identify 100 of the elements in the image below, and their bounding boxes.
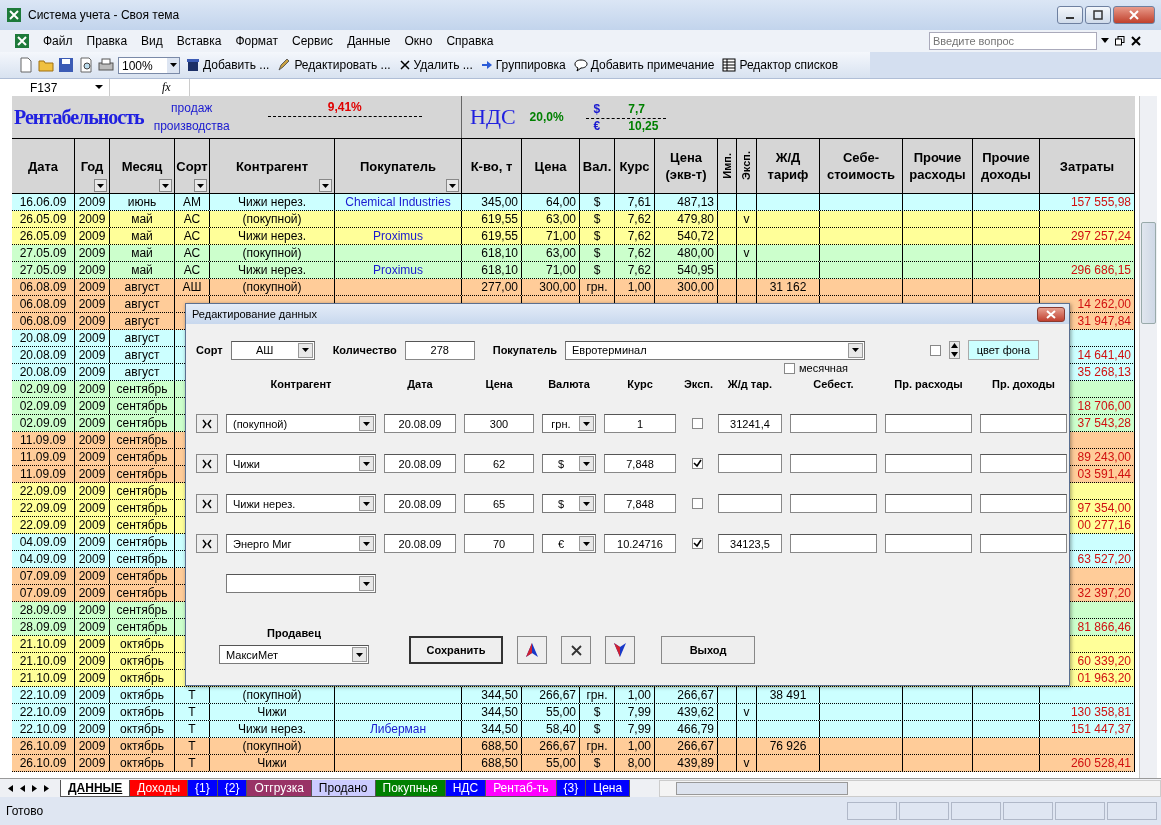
quantity-field[interactable]: 278 (404, 340, 475, 360)
menu-item[interactable]: Правка (79, 34, 135, 48)
filter-dropdown-icon[interactable] (194, 179, 207, 192)
save-button[interactable]: Сохранить (409, 636, 503, 664)
expenses-field[interactable] (885, 494, 972, 513)
sheet-tab[interactable]: Цена (585, 779, 631, 797)
help-search-field[interactable]: Введите вопрос (929, 32, 1097, 50)
income-field[interactable] (980, 534, 1067, 553)
counterparty-dropdown[interactable] (226, 574, 376, 593)
menu-item[interactable]: Справка (439, 34, 501, 48)
checkbox[interactable] (691, 498, 703, 509)
price-field[interactable]: 300 (464, 414, 534, 433)
exit-button[interactable]: Выход (661, 636, 755, 664)
income-field[interactable] (980, 454, 1067, 473)
cost-field[interactable] (790, 454, 877, 473)
cost-field[interactable] (790, 494, 877, 513)
collapse-button[interactable] (196, 494, 218, 513)
menu-item[interactable]: Сервис (285, 34, 341, 48)
scroll-thumb[interactable] (1141, 222, 1156, 324)
scroll-thumb[interactable] (676, 781, 849, 795)
counterparty-dropdown[interactable]: Чижи нерез. (226, 494, 376, 513)
maximize-button[interactable] (1085, 6, 1111, 24)
rate-field[interactable]: 1 (604, 414, 676, 433)
collapse-button[interactable] (196, 454, 218, 473)
buyer-dropdown[interactable]: Евротерминал (565, 340, 865, 360)
collapse-button[interactable] (196, 414, 218, 433)
currency-dropdown[interactable]: грн. (542, 414, 596, 433)
grade-dropdown[interactable]: АШ (230, 340, 315, 360)
counterparty-dropdown[interactable]: Чижи (226, 454, 376, 473)
income-field[interactable] (980, 414, 1067, 433)
move-up-button[interactable] (517, 636, 547, 664)
new-document-icon[interactable] (18, 57, 34, 73)
function-button[interactable]: fx (162, 80, 171, 95)
toolbar-button[interactable]: Группировка (478, 58, 568, 72)
checkbox[interactable] (929, 344, 941, 356)
date-field[interactable]: 20.08.09 (384, 414, 456, 433)
cost-field[interactable] (790, 414, 877, 433)
printer-icon[interactable] (98, 57, 114, 73)
counterparty-dropdown[interactable]: (покупной) (226, 414, 376, 433)
sheet-tab[interactable]: Отгрузка (246, 779, 312, 797)
vertical-scrollbar[interactable] (1139, 96, 1157, 778)
delete-button[interactable] (561, 636, 591, 664)
income-field[interactable] (980, 494, 1067, 513)
filter-dropdown-icon[interactable] (94, 179, 107, 192)
toolbar-button[interactable]: Редактировать ... (275, 58, 393, 72)
zoom-dropdown[interactable]: 100% (118, 56, 180, 74)
expenses-field[interactable] (885, 454, 972, 473)
sheet-tab[interactable]: {1} (187, 779, 218, 797)
currency-dropdown[interactable]: € (542, 534, 596, 553)
menu-item[interactable]: Формат (228, 34, 286, 48)
caret-icon[interactable] (1101, 38, 1109, 44)
close-button[interactable] (1037, 306, 1065, 322)
expenses-field[interactable] (885, 414, 972, 433)
close-icon[interactable] (1131, 36, 1141, 46)
filter-dropdown-icon[interactable] (159, 179, 172, 192)
expenses-field[interactable] (885, 534, 972, 553)
spin-button[interactable] (948, 341, 960, 359)
background-color-swatch[interactable]: цвет фона (967, 340, 1039, 360)
cost-field[interactable] (790, 534, 877, 553)
folder-icon[interactable] (38, 57, 54, 73)
seller-dropdown[interactable]: МаксиМет (219, 645, 369, 664)
collapse-button[interactable] (196, 534, 218, 553)
checkbox[interactable] (691, 418, 703, 429)
horizontal-scrollbar[interactable] (659, 779, 1161, 797)
save-icon[interactable] (58, 57, 74, 73)
price-field[interactable]: 70 (464, 534, 534, 553)
toolbar-button[interactable]: Редактор списков (720, 58, 841, 72)
checkbox[interactable] (784, 362, 795, 374)
rail-tariff-field[interactable]: 31241,4 (718, 414, 782, 433)
currency-dropdown[interactable]: $ (542, 454, 596, 473)
menu-item[interactable]: Окно (397, 34, 440, 48)
date-field[interactable]: 20.08.09 (384, 534, 456, 553)
rate-field[interactable]: 7,848 (604, 454, 676, 473)
rail-tariff-field[interactable]: 34123,5 (718, 534, 782, 553)
toolbar-button[interactable]: Удалить ... (396, 58, 475, 72)
sheet-tab[interactable]: Продано (310, 779, 376, 797)
sheet-tab[interactable]: ДАННЫЕ (60, 779, 131, 797)
rate-field[interactable]: 10.24716 (604, 534, 676, 553)
move-down-button[interactable] (605, 636, 635, 664)
menu-item[interactable]: Файл (36, 34, 80, 48)
date-field[interactable]: 20.08.09 (384, 494, 456, 513)
print-preview-icon[interactable] (78, 57, 94, 73)
price-field[interactable]: 62 (464, 454, 534, 473)
menu-item[interactable]: Вид (134, 34, 170, 48)
menu-item[interactable]: Данные (340, 34, 398, 48)
currency-dropdown[interactable]: $ (542, 494, 596, 513)
toolbar-button[interactable]: Добавить ... (184, 58, 272, 72)
spreadsheet-icon[interactable] (14, 33, 30, 49)
close-button[interactable] (1113, 6, 1155, 24)
date-field[interactable]: 20.08.09 (384, 454, 456, 473)
counterparty-dropdown[interactable]: Энерго Миг (226, 534, 376, 553)
checkbox[interactable] (691, 538, 703, 549)
rail-tariff-field[interactable] (718, 454, 782, 473)
checkbox[interactable] (691, 458, 703, 469)
menu-item[interactable]: Вставка (169, 34, 229, 48)
rail-tariff-field[interactable] (718, 494, 782, 513)
sheet-tab[interactable]: НДС (444, 779, 487, 797)
sheet-tab[interactable]: Доходы (129, 779, 188, 797)
minimize-button[interactable] (1057, 6, 1083, 24)
price-field[interactable]: 65 (464, 494, 534, 513)
